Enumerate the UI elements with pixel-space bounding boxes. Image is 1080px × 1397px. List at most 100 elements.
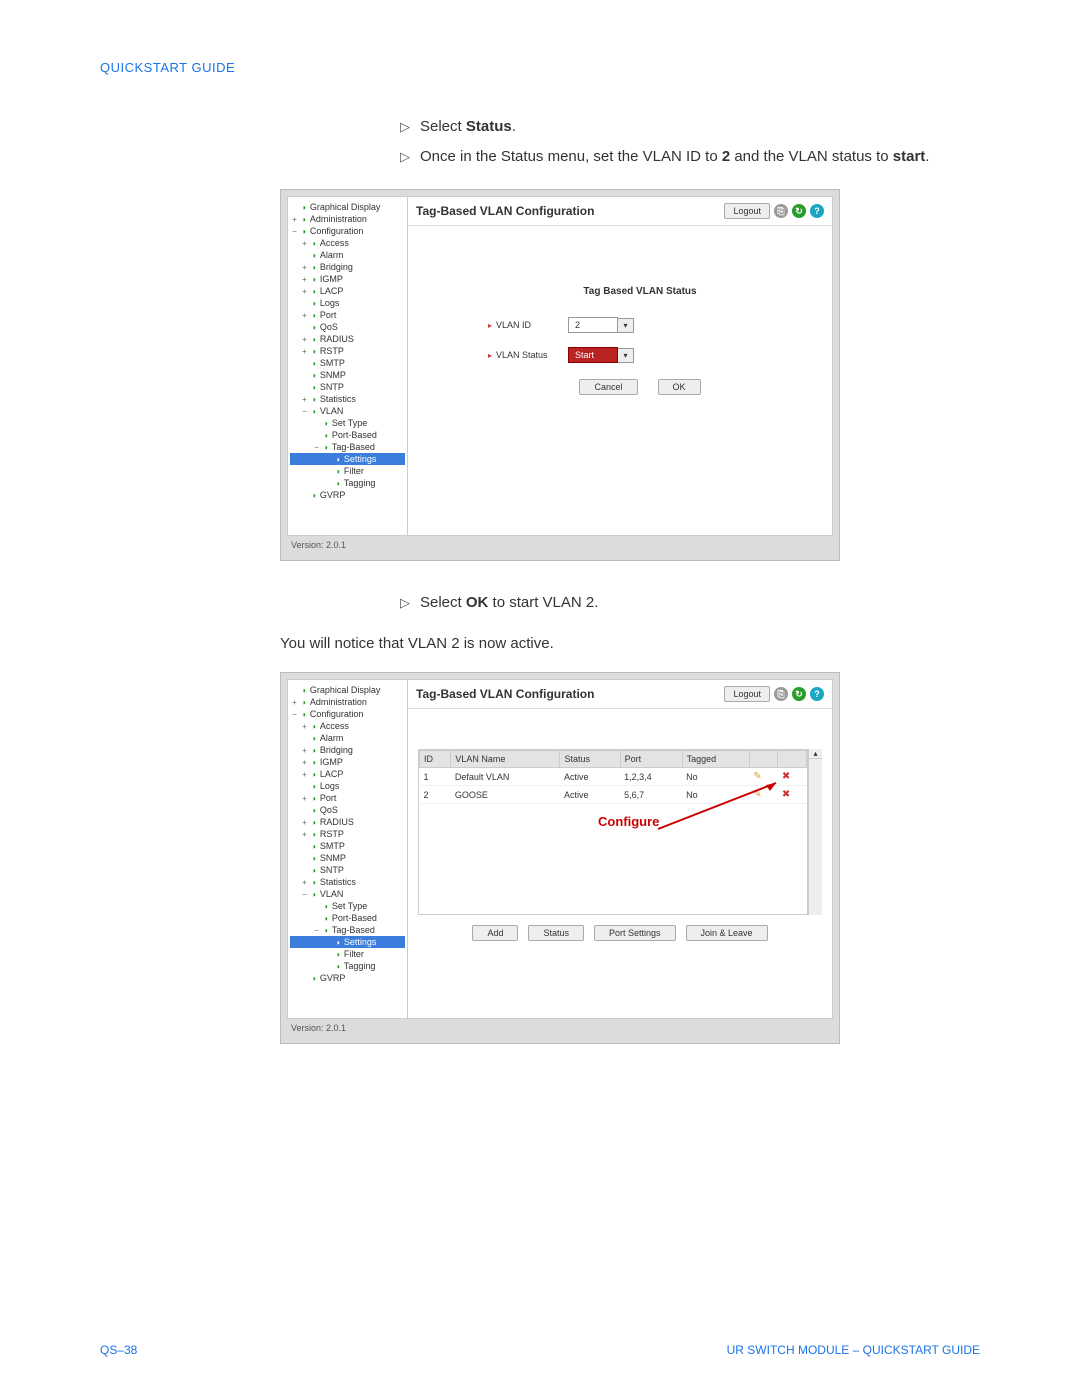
- delete-icon[interactable]: ✖: [782, 789, 790, 800]
- tree-item[interactable]: ◗ QoS: [290, 321, 405, 333]
- tree-item[interactable]: +◗ IGMP: [290, 273, 405, 285]
- vlan-status-select[interactable]: Start▾: [568, 347, 634, 363]
- nav-tree: ◗ Graphical Display+◗ Administration−◗ C…: [288, 680, 408, 1018]
- join-leave-button[interactable]: Join & Leave: [686, 925, 768, 941]
- add-button[interactable]: Add: [472, 925, 518, 941]
- tree-item[interactable]: ◗ SMTP: [290, 357, 405, 369]
- tree-item[interactable]: ◗ Port-Based: [290, 429, 405, 441]
- cancel-button[interactable]: Cancel: [579, 379, 637, 395]
- tree-item[interactable]: ◗ Logs: [290, 780, 405, 792]
- chevron-down-icon[interactable]: ▾: [618, 348, 634, 363]
- tree-item[interactable]: +◗ IGMP: [290, 756, 405, 768]
- tree-item[interactable]: +◗ RSTP: [290, 345, 405, 357]
- col-id: ID: [420, 751, 451, 768]
- tree-item[interactable]: +◗ RADIUS: [290, 333, 405, 345]
- tree-item[interactable]: ◗ Tagging: [290, 960, 405, 972]
- refresh-icon[interactable]: ↻: [792, 204, 806, 218]
- tree-item[interactable]: +◗ Access: [290, 720, 405, 732]
- tree-item[interactable]: −◗ Configuration: [290, 708, 405, 720]
- form-title: Tag Based VLAN Status: [488, 286, 792, 297]
- print-icon[interactable]: ⎘: [774, 687, 788, 701]
- tree-item[interactable]: +◗ Port: [290, 309, 405, 321]
- tree-item[interactable]: +◗ RADIUS: [290, 816, 405, 828]
- arrow-icon: ▸: [488, 351, 492, 360]
- logout-button[interactable]: Logout: [724, 203, 770, 219]
- instruction-block-mid: ▷ Select OK to start VLAN 2.: [400, 591, 980, 615]
- tree-item[interactable]: −◗ VLAN: [290, 888, 405, 900]
- delete-icon[interactable]: ✖: [782, 771, 790, 782]
- refresh-icon[interactable]: ↻: [792, 687, 806, 701]
- tree-item[interactable]: ◗ Filter: [290, 948, 405, 960]
- tree-item[interactable]: −◗ VLAN: [290, 405, 405, 417]
- tree-item[interactable]: ◗ Alarm: [290, 732, 405, 744]
- instruction-text: Select Status.: [420, 115, 516, 139]
- col-port: Port: [620, 751, 682, 768]
- tree-item[interactable]: −◗ Configuration: [290, 225, 405, 237]
- tree-item[interactable]: ◗ GVRP: [290, 972, 405, 984]
- col-status: Status: [560, 751, 620, 768]
- tree-item[interactable]: ◗ Alarm: [290, 249, 405, 261]
- tree-item[interactable]: ◗ Settings: [290, 936, 405, 948]
- footer-title: UR SWITCH MODULE – QUICKSTART GUIDE: [727, 1343, 980, 1357]
- nav-tree: ◗ Graphical Display+◗ Administration−◗ C…: [288, 197, 408, 535]
- tree-item[interactable]: +◗ Statistics: [290, 876, 405, 888]
- triangle-icon: ▷: [400, 147, 410, 169]
- tree-item[interactable]: ◗ Tagging: [290, 477, 405, 489]
- instruction-block-top: ▷ Select Status. ▷ Once in the Status me…: [400, 115, 980, 169]
- status-button[interactable]: Status: [528, 925, 584, 941]
- triangle-icon: ▷: [400, 117, 410, 139]
- panel-title: Tag-Based VLAN Configuration: [416, 204, 594, 218]
- tree-item[interactable]: ◗ Logs: [290, 297, 405, 309]
- tree-item[interactable]: ◗ QoS: [290, 804, 405, 816]
- version-text: Version: 2.0.1: [287, 1019, 833, 1037]
- tree-item[interactable]: +◗ Port: [290, 792, 405, 804]
- tree-item[interactable]: ◗ Graphical Display: [290, 201, 405, 213]
- port-settings-button[interactable]: Port Settings: [594, 925, 676, 941]
- chevron-down-icon[interactable]: ▾: [618, 318, 634, 333]
- page-footer: QS–38 UR SWITCH MODULE – QUICKSTART GUID…: [100, 1343, 980, 1357]
- page-number: QS–38: [100, 1343, 137, 1357]
- col-tagged: Tagged: [682, 751, 749, 768]
- tree-item[interactable]: +◗ Administration: [290, 213, 405, 225]
- tree-item[interactable]: ◗ GVRP: [290, 489, 405, 501]
- tree-item[interactable]: ◗ SNMP: [290, 369, 405, 381]
- tree-item[interactable]: −◗ Tag-Based: [290, 441, 405, 453]
- vlan-id-select[interactable]: 2▾: [568, 317, 634, 333]
- tree-item[interactable]: +◗ LACP: [290, 768, 405, 780]
- tree-item[interactable]: +◗ RSTP: [290, 828, 405, 840]
- scrollbar[interactable]: ▴: [808, 749, 822, 915]
- tree-item[interactable]: +◗ Bridging: [290, 261, 405, 273]
- help-icon[interactable]: ?: [810, 204, 824, 218]
- print-icon[interactable]: ⎘: [774, 204, 788, 218]
- tree-item[interactable]: ◗ Graphical Display: [290, 684, 405, 696]
- vlan-status-label: VLAN Status: [496, 350, 548, 360]
- tree-item[interactable]: ◗ Port-Based: [290, 912, 405, 924]
- tree-item[interactable]: ◗ Filter: [290, 465, 405, 477]
- instruction-text: Select OK to start VLAN 2.: [420, 591, 598, 615]
- tree-item[interactable]: +◗ Bridging: [290, 744, 405, 756]
- tree-item[interactable]: −◗ Tag-Based: [290, 924, 405, 936]
- col-name: VLAN Name: [451, 751, 560, 768]
- help-icon[interactable]: ?: [810, 687, 824, 701]
- arrow-icon: ▸: [488, 321, 492, 330]
- tree-item[interactable]: +◗ LACP: [290, 285, 405, 297]
- ok-button[interactable]: OK: [658, 379, 701, 395]
- tree-item[interactable]: ◗ Settings: [290, 453, 405, 465]
- logout-button[interactable]: Logout: [724, 686, 770, 702]
- tree-item[interactable]: ◗ SNMP: [290, 852, 405, 864]
- screenshot-figure-2: ◗ Graphical Display+◗ Administration−◗ C…: [280, 672, 840, 1044]
- panel-title: Tag-Based VLAN Configuration: [416, 687, 594, 701]
- tree-item[interactable]: ◗ SMTP: [290, 840, 405, 852]
- instruction-text: Once in the Status menu, set the VLAN ID…: [420, 145, 929, 169]
- doc-header: QUICKSTART GUIDE: [100, 60, 980, 75]
- screenshot-figure-1: ◗ Graphical Display+◗ Administration−◗ C…: [280, 189, 840, 561]
- tree-item[interactable]: +◗ Administration: [290, 696, 405, 708]
- tree-item[interactable]: ◗ SNTP: [290, 864, 405, 876]
- tree-item[interactable]: ◗ Set Type: [290, 900, 405, 912]
- body-paragraph: You will notice that VLAN 2 is now activ…: [280, 635, 980, 652]
- tree-item[interactable]: ◗ SNTP: [290, 381, 405, 393]
- triangle-icon: ▷: [400, 593, 410, 615]
- tree-item[interactable]: ◗ Set Type: [290, 417, 405, 429]
- tree-item[interactable]: +◗ Access: [290, 237, 405, 249]
- tree-item[interactable]: +◗ Statistics: [290, 393, 405, 405]
